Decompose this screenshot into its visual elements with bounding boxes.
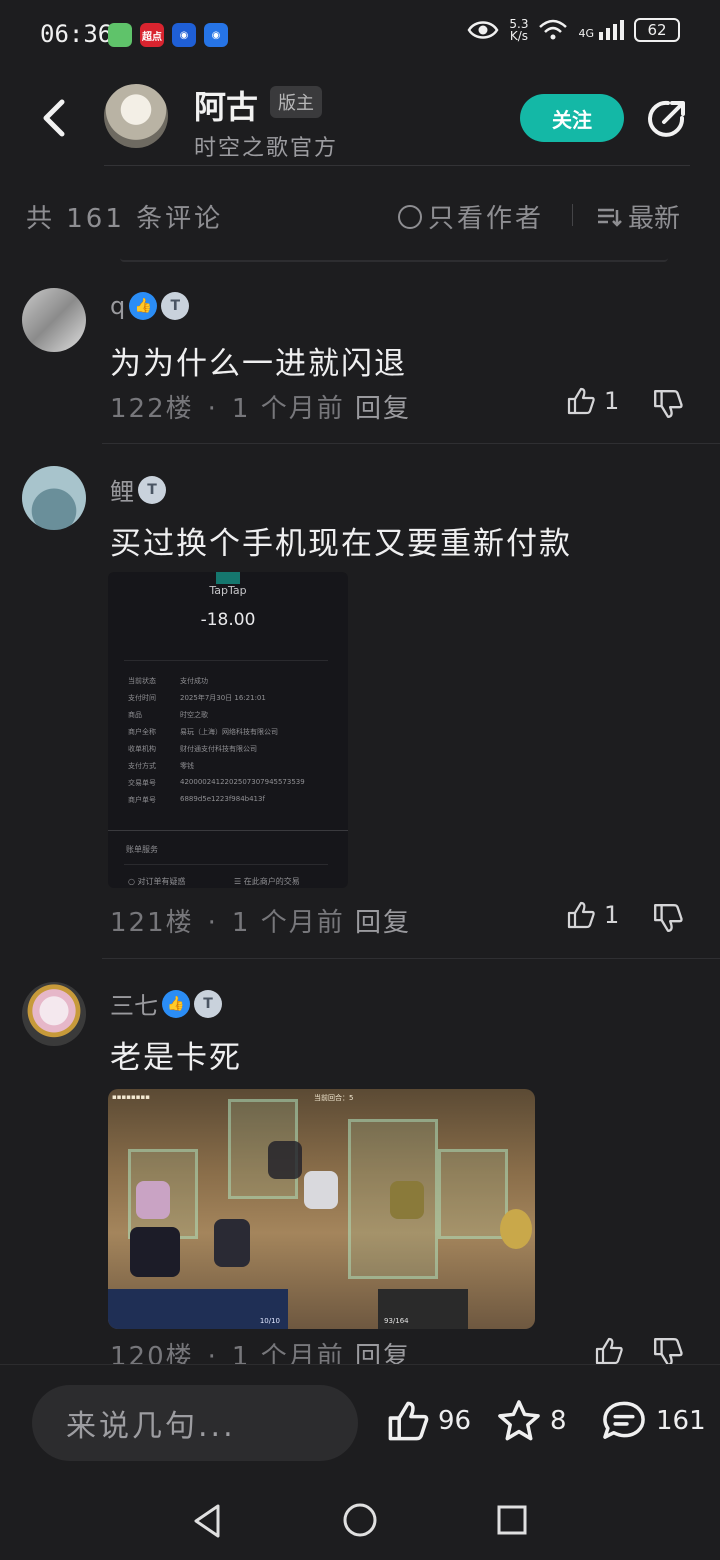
net-speed: 5.3 K/s: [509, 17, 529, 43]
like-button[interactable]: [594, 1336, 624, 1366]
like-count: 1: [604, 387, 620, 415]
receipt-brand: TapTap: [209, 584, 247, 597]
hud-right-panel: 93/164: [378, 1289, 468, 1329]
reply-button[interactable]: 回复: [355, 908, 411, 938]
post-like-button[interactable]: 96: [386, 1399, 471, 1443]
author-subtitle: 时空之歌官方: [194, 136, 339, 161]
battery-indicator: 62: [634, 18, 680, 42]
comment-text: 买过换个手机现在又要重新付款: [110, 526, 572, 562]
round-text: 当前回合：5: [314, 1094, 354, 1102]
app-blue-icon: ◉: [172, 23, 196, 47]
eye-icon: [467, 21, 499, 39]
thumbs-up-icon: [595, 1337, 623, 1365]
thumbs-up-icon: [567, 387, 595, 415]
level-badge-icon: T: [161, 292, 190, 320]
filter-separator: [572, 204, 573, 226]
nav-back-icon[interactable]: [190, 1502, 224, 1540]
nav-recents-icon[interactable]: [496, 1504, 528, 1536]
thumbs-up-icon: [388, 1401, 429, 1441]
thumbs-down-icon[interactable]: [652, 388, 684, 420]
commenter-avatar[interactable]: [22, 288, 86, 352]
bottom-action-bar: 来说几句... 96 8 161: [0, 1364, 720, 1484]
status-time: 06:36: [40, 20, 113, 48]
comment-input[interactable]: 来说几句...: [32, 1385, 358, 1461]
like-button[interactable]: 1: [566, 900, 619, 930]
moderator-badge: 版主: [270, 86, 322, 118]
back-arrow-icon[interactable]: [36, 96, 72, 140]
comment-meta: 122楼 · 1 个月前 回复: [110, 394, 411, 424]
thumbs-up-badge-icon: 👍: [129, 292, 158, 320]
author-name[interactable]: 阿古: [194, 82, 258, 128]
app-blue2-icon: ◉: [204, 23, 228, 47]
thumbs-down-icon[interactable]: [652, 902, 684, 934]
level-badge-icon: T: [138, 475, 166, 504]
share-icon[interactable]: [646, 98, 688, 140]
comment-meta: 121楼 · 1 个月前 回复: [110, 908, 411, 938]
previous-comment-edge: [120, 258, 668, 262]
sort-label: 最新: [628, 204, 681, 234]
post-like-count: 96: [438, 1406, 472, 1436]
commenter-name[interactable]: 三七: [110, 986, 158, 1021]
nav-home-icon[interactable]: [342, 1502, 378, 1538]
payment-receipt-image[interactable]: TapTap -18.00 当前状态 支付成功 支付时间 2025年7月30日 16…: [108, 572, 348, 888]
wifi-icon: [539, 19, 568, 40]
commenter-info: 鲤 T: [110, 472, 166, 507]
chaodian-icon: 超点: [140, 23, 164, 47]
favorite-count: 8: [550, 1406, 567, 1436]
commenter-info: q 👍 T: [110, 292, 190, 320]
comment-filter-bar: 共 161 条评论 只看作者 最新: [0, 190, 720, 240]
post-header: 阿古 版主 时空之歌官方 关注: [0, 70, 720, 166]
only-author-toggle[interactable]: 只看作者: [398, 198, 544, 235]
commenter-name[interactable]: q: [110, 292, 125, 320]
hud-left-panel: 10/10: [108, 1289, 288, 1329]
comment-text: 为为什么一进就闪退: [110, 346, 407, 382]
header-divider: [104, 165, 690, 166]
comments-count: 161: [656, 1406, 706, 1436]
status-app-icons: 超点 ◉ ◉: [108, 23, 228, 47]
thumbs-up-icon: [567, 901, 595, 929]
only-author-label: 只看作者: [428, 204, 545, 234]
star-icon: [498, 1400, 540, 1441]
commenter-avatar[interactable]: [22, 466, 86, 530]
chat-bubble-icon: [603, 1401, 645, 1439]
follow-button[interactable]: 关注: [520, 94, 624, 142]
comment-count: 共 161 条评论: [26, 204, 224, 234]
author-avatar[interactable]: [104, 84, 168, 148]
receipt-amount: -18.00: [200, 610, 256, 630]
wechat-like-icon: [108, 23, 132, 47]
radio-circle-icon: [398, 204, 422, 229]
level-badge-icon: T: [194, 989, 222, 1018]
sort-lines-icon: [598, 208, 622, 227]
comments-button[interactable]: 161: [600, 1399, 706, 1443]
game-screenshot-image[interactable]: ▪▪▪▪▪▪▪▪ 当前回合：5 10/10 93/164: [108, 1089, 535, 1329]
signal-icon: 4G: [578, 20, 624, 40]
comment-divider: [102, 958, 720, 959]
commenter-name[interactable]: 鲤: [110, 472, 134, 507]
commenter-avatar[interactable]: [22, 982, 86, 1046]
system-nav-bar: [0, 1484, 720, 1560]
favorite-button[interactable]: 8: [496, 1399, 567, 1443]
comment-divider: [102, 443, 720, 444]
sort-toggle[interactable]: 最新: [596, 198, 680, 235]
like-button[interactable]: 1: [566, 386, 619, 416]
commenter-info: 三七 👍 T: [110, 986, 222, 1021]
status-bar: 06:36 超点 ◉ ◉ 5.3 K/s 4G 62: [0, 0, 720, 70]
thumbs-up-badge-icon: 👍: [162, 989, 190, 1018]
comment-text: 老是卡死: [110, 1040, 242, 1076]
reply-button[interactable]: 回复: [355, 394, 411, 424]
like-count: 1: [604, 901, 620, 929]
